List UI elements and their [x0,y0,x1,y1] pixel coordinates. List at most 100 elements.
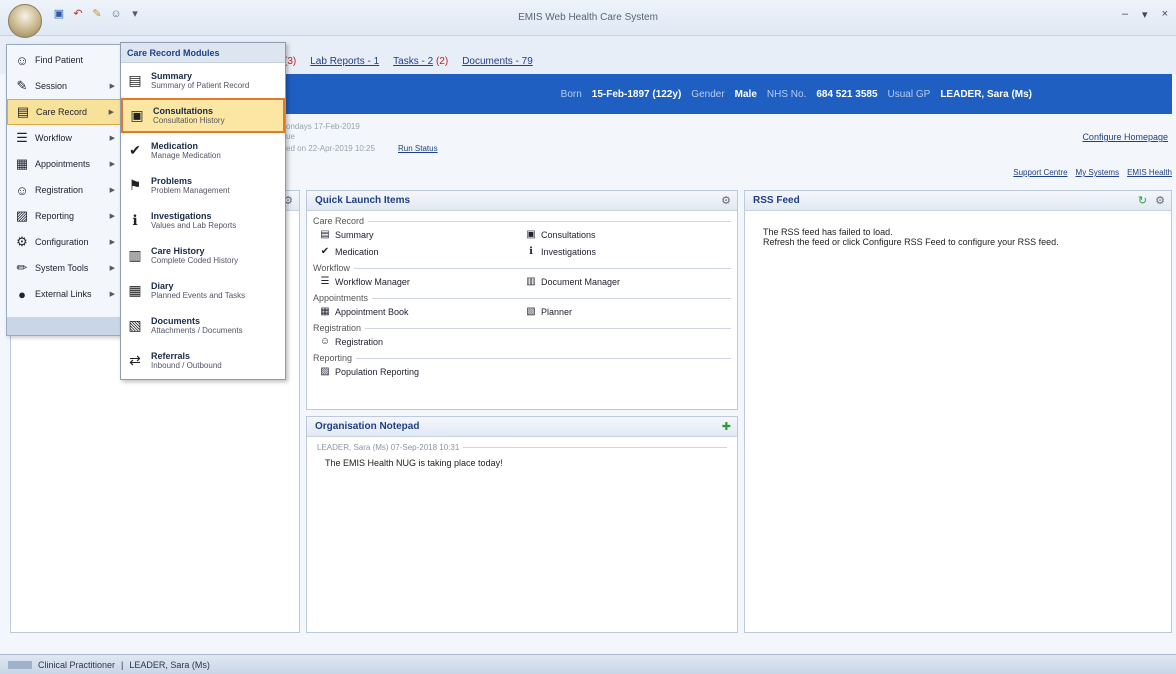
submenu-arrow-icon: ▶ [108,109,114,116]
quick-launch-item[interactable]: ▨ Population Reporting [319,366,535,377]
submenu-item-desc: Attachments / Documents [151,326,243,335]
submenu-item[interactable]: ▣ Consultations Consultation History [121,98,285,133]
quick-launch-row: ☰ Workflow Manager ▥ Document Manager [313,273,731,290]
app-menu-label: External Links [35,289,92,299]
submenu-item[interactable]: ⚑ Problems Problem Management [121,168,285,203]
settings-icon[interactable]: ⚙ [1155,194,1165,207]
add-note-icon[interactable]: ✚ [722,420,731,433]
quick-launch-row: ✔ Medication ℹ Investigations [313,243,731,260]
application-orb-button[interactable] [8,4,42,38]
submenu-item-desc: Complete Coded History [151,256,239,265]
born-label: Born [560,89,582,100]
quick-launch-label: Planner [541,306,573,317]
homepage-info: ondays 17-Feb-2019 ue ed on 22-Apr-2019 … [284,114,1176,184]
submenu-item-desc: Values and Lab Reports [151,221,237,230]
configure-homepage-link[interactable]: Configure Homepage [1082,132,1168,142]
diary-icon: ▦ [128,282,142,298]
minimize-button[interactable]: – [1122,8,1128,21]
investigations-icon: ℹ [132,212,138,228]
organisation-notepad-panel: Organisation Notepad ✚ LEADER, Sara (Ms)… [306,416,738,633]
planner-icon: ▧ [526,306,536,317]
quick-launch-label: Population Reporting [335,366,420,377]
quick-launch-header: Quick Launch Items ⚙ [307,191,737,211]
rss-body: The RSS feed has failed to load. Refresh… [745,211,1171,263]
tasks-link[interactable]: Tasks - 2 [393,56,433,67]
submenu-item-title: Diary [151,281,174,291]
gender-value: Male [734,89,757,100]
quick-launch-group-title: Workflow [313,263,731,273]
rss-title: RSS Feed [753,195,800,206]
quick-launch-item[interactable]: ☰ Workflow Manager [319,276,525,287]
app-menu-item[interactable]: ✎ Session ▶ [7,73,121,99]
app-menu-item[interactable]: ☺ Registration ▶ [7,177,121,203]
medication-icon: ✔ [129,142,141,158]
app-menu-item[interactable]: ☰ Workflow ▶ [7,125,121,151]
usual-gp-label: Usual GP [887,89,931,100]
documents-link[interactable]: Documents - 79 [462,56,533,67]
emis-health-link[interactable]: EMIS Health [1127,168,1172,177]
app-menu-item[interactable]: ▤ Care Record ▶ [7,99,121,125]
options-button[interactable]: ▾ [1142,8,1148,21]
submenu-item-desc: Inbound / Outbound [151,361,222,370]
submenu-item-title: Care History [151,246,205,256]
app-menu-label: Find Patient [35,55,84,65]
quick-launch-item[interactable]: ▥ Document Manager [525,276,731,287]
app-menu-label: Reporting [35,211,75,221]
settings-icon[interactable]: ⚙ [721,194,731,207]
referrals-icon: ⇄ [129,352,141,368]
summary-icon: ▤ [320,229,330,240]
submenu-arrow-icon: ▶ [109,265,115,272]
submenu-item-desc: Consultation History [153,116,225,125]
quick-launch-item[interactable]: ℹ Investigations [525,246,731,257]
quick-launch-label: Medication [335,246,379,257]
reporting-icon: ▨ [320,366,330,377]
window-title: EMIS Web Health Care System [518,12,658,23]
status-bar: Clinical Practitioner | LEADER, Sara (Ms… [0,654,1176,674]
quick-launch-item[interactable]: ▦ Appointment Book [319,306,525,317]
care-record-icon: ▤ [16,104,30,119]
submenu-arrow-icon: ▶ [109,213,115,220]
submenu-item[interactable]: ⇄ Referrals Inbound / Outbound [121,343,285,378]
submenu-item[interactable]: ℹ Investigations Values and Lab Reports [121,203,285,238]
quick-launch-item[interactable]: ▤ Summary [319,229,525,240]
app-menu-label: Workflow [35,133,72,143]
quick-launch-item[interactable]: ✔ Medication [319,246,525,257]
nhs-label: NHS No. [766,89,807,100]
born-value: 15-Feb-1897 (122y) [591,89,682,100]
quick-launch-label: Registration [335,336,384,347]
reporting-icon: ▨ [15,208,29,223]
support-centre-link[interactable]: Support Centre [1013,168,1067,177]
quick-launch-item[interactable]: ▣ Consultations [525,229,731,240]
title-bar: ▣ ↶ ✎ ☺ ▾ EMIS Web Health Care System – … [0,0,1176,36]
submenu-item[interactable]: ▦ Diary Planned Events and Tasks [121,273,285,308]
quick-launch-group-title: Care Record [313,216,731,226]
quick-launch-item[interactable]: ▧ Planner [525,306,731,317]
quick-launch-panel: Quick Launch Items ⚙ Care Record ▤ Summary… [306,190,738,410]
info-line-3: ed on 22-Apr-2019 10:25 [286,144,375,153]
app-menu-item[interactable]: ⚙ Configuration ▶ [7,229,121,255]
submenu-item[interactable]: ▥ Care History Complete Coded History [121,238,285,273]
nhs-value: 684 521 3585 [816,89,878,100]
close-button[interactable]: × [1162,8,1168,21]
run-status-link[interactable]: Run Status [398,144,438,153]
tasks-count: (2) [435,56,449,67]
rss-feed-panel: RSS Feed ↻ ⚙ The RSS feed has failed to … [744,190,1172,633]
info-line-1: ondays 17-Feb-2019 [286,122,360,131]
app-menu-item[interactable]: ● External Links ▶ [7,281,121,307]
submenu-item[interactable]: ✔ Medication Manage Medication [121,133,285,168]
submenu-item[interactable]: ▧ Documents Attachments / Documents [121,308,285,343]
quick-launch-item[interactable]: ☺ Registration [319,336,535,347]
lab-reports-link[interactable]: Lab Reports - 1 [310,56,379,67]
refresh-icon[interactable]: ↻ [1138,194,1147,207]
submenu-item[interactable]: ▤ Summary Summary of Patient Record [121,63,285,98]
submenu-arrow-icon: ▶ [109,83,115,90]
app-menu-item[interactable]: ☺ Find Patient [7,47,121,73]
app-menu-label: System Tools [35,263,89,273]
investigations-icon: ℹ [529,246,533,257]
app-menu-item[interactable]: ▦ Appointments ▶ [7,151,121,177]
my-systems-link[interactable]: My Systems [1076,168,1120,177]
notepad-body: LEADER, Sara (Ms) 07-Sep-2018 10:31 The … [307,437,737,474]
app-menu-item[interactable]: ✏ System Tools ▶ [7,255,121,281]
app-menu-item[interactable]: ▨ Reporting ▶ [7,203,121,229]
consultations-icon: ▣ [130,107,144,123]
